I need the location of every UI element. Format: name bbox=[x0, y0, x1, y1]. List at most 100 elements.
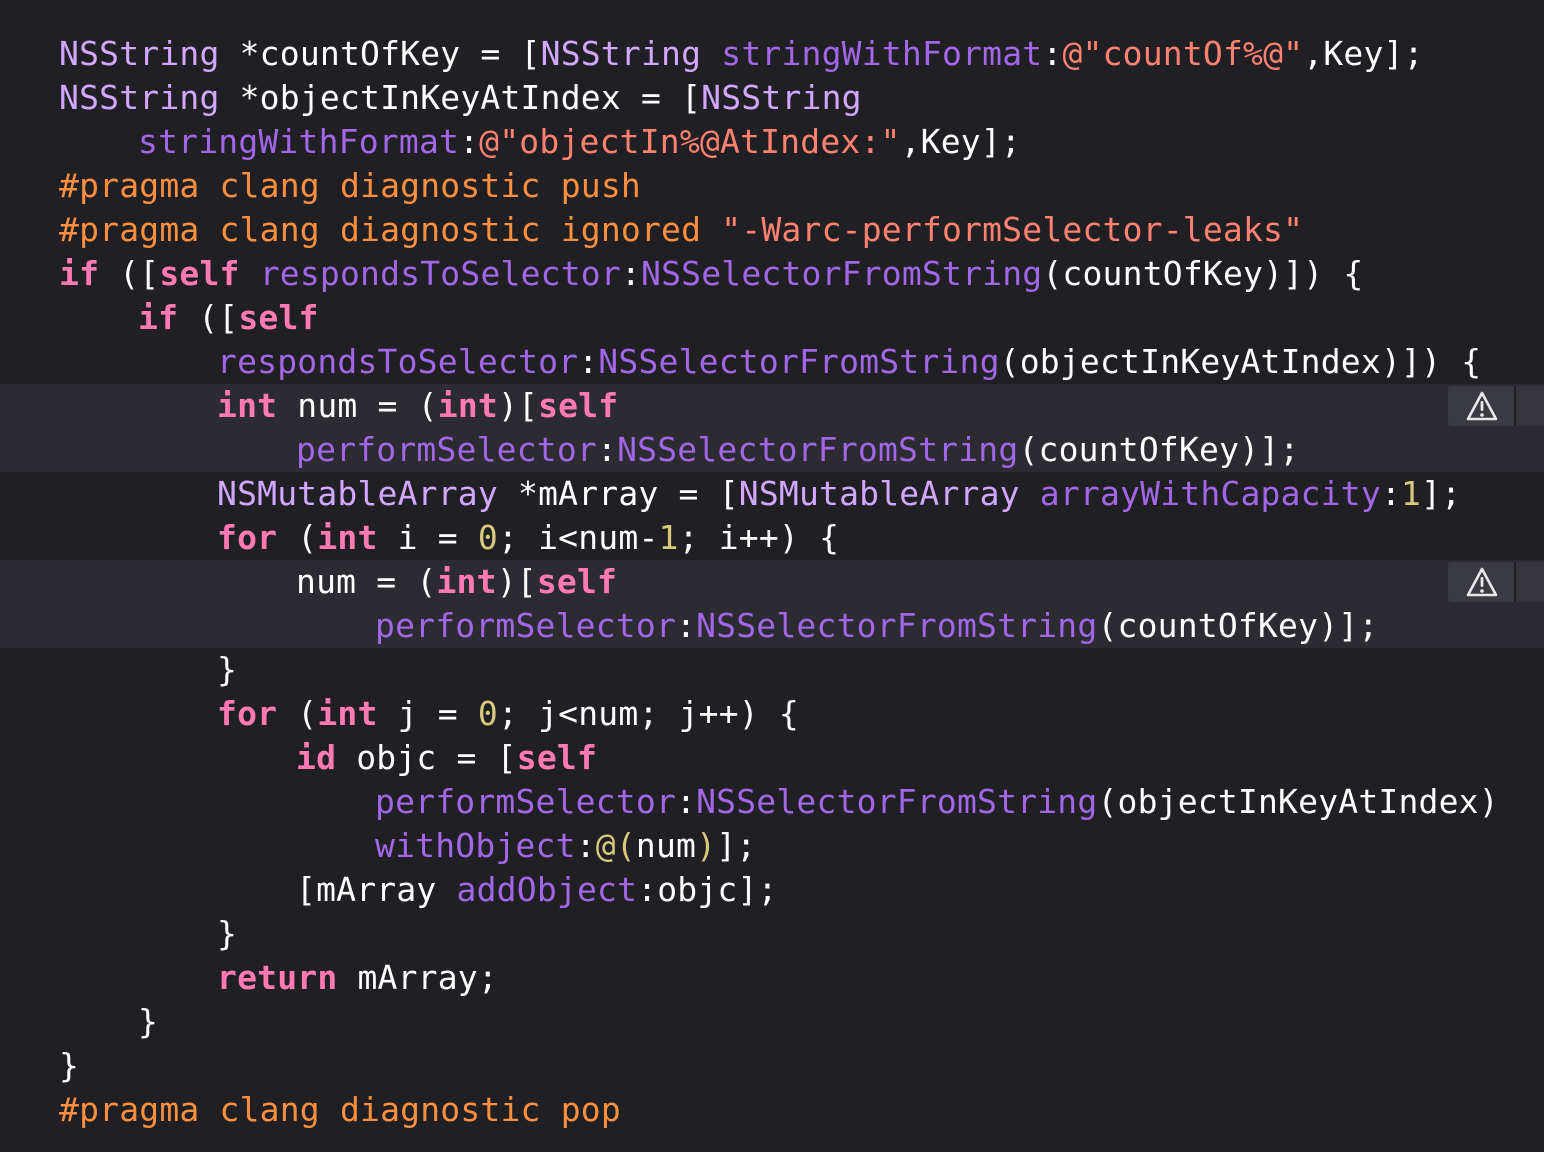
code-token-plain: } bbox=[59, 1046, 80, 1085]
code-line[interactable]: performSelector:NSSelectorFromString(obj… bbox=[375, 780, 1499, 824]
code-line[interactable]: NSString *objectInKeyAtIndex = [NSString bbox=[59, 76, 862, 120]
code-token-plain: ]; bbox=[716, 826, 757, 865]
code-token-plain: ( bbox=[277, 518, 318, 557]
warning-button[interactable] bbox=[1448, 386, 1516, 426]
warning-gutter-bar bbox=[1514, 562, 1544, 602]
code-line[interactable]: NSMutableArray *mArray = [NSMutableArray… bbox=[217, 472, 1461, 516]
code-token-method-name: respondsToSelector bbox=[259, 254, 621, 293]
code-token-keyword: for bbox=[217, 518, 278, 557]
code-token-number-literal: 1 bbox=[1401, 474, 1422, 513]
code-line[interactable]: withObject:@(num)]; bbox=[375, 824, 756, 868]
code-token-number-literal: @( bbox=[595, 826, 636, 865]
code-token-method-name: respondsToSelector bbox=[217, 342, 579, 381]
code-token-plain: num = ( bbox=[277, 386, 438, 425]
code-token-plain: } bbox=[138, 1002, 159, 1041]
code-token-keyword: id bbox=[296, 738, 337, 777]
warning-triangle-icon bbox=[1466, 567, 1498, 597]
code-token-method-name: arrayWithCapacity bbox=[1039, 474, 1381, 513]
code-token-plain: (objectInKeyAtIndex)]) { bbox=[999, 342, 1482, 381]
code-token-plain: *objectInKeyAtIndex = [ bbox=[219, 78, 702, 117]
code-token-plain: num = ( bbox=[296, 562, 437, 601]
warning-button[interactable] bbox=[1448, 562, 1516, 602]
code-line[interactable]: respondsToSelector:NSSelectorFromString(… bbox=[217, 340, 1481, 384]
code-token-method-name: stringWithFormat bbox=[138, 122, 460, 161]
code-editor[interactable]: NSString *countOfKey = [NSString stringW… bbox=[0, 0, 1544, 1152]
code-token-number-literal: 0 bbox=[477, 694, 498, 733]
code-line[interactable]: performSelector:NSSelectorFromString(cou… bbox=[296, 428, 1299, 472]
code-token-method-name: NSSelectorFromString bbox=[617, 430, 1019, 469]
warning-gutter-bar bbox=[1514, 386, 1544, 426]
code-token-keyword: int bbox=[317, 518, 378, 557]
code-token-method-name: performSelector bbox=[296, 430, 598, 469]
code-token-plain: : bbox=[676, 606, 697, 645]
code-token-method-name: withObject bbox=[375, 826, 576, 865]
code-line[interactable]: } bbox=[138, 1000, 158, 1044]
code-token-plain: i = bbox=[377, 518, 478, 557]
code-token-string-literal: "-Warc-performSelector-leaks" bbox=[721, 210, 1304, 249]
code-token-method-name: performSelector bbox=[375, 606, 677, 645]
code-token-plain: : bbox=[578, 342, 599, 381]
code-line[interactable]: [mArray addObject:objc]; bbox=[296, 868, 778, 912]
code-token-class-name: NSString bbox=[540, 34, 702, 73]
code-token-plain: :objc]; bbox=[637, 870, 778, 909]
code-token-keyword: if bbox=[138, 298, 179, 337]
code-token-plain: : bbox=[1042, 34, 1063, 73]
code-token-plain: : bbox=[620, 254, 641, 293]
code-token-keyword: int bbox=[436, 562, 497, 601]
code-token-plain: (objectInKeyAtIndex) bbox=[1097, 782, 1499, 821]
code-line[interactable]: for (int i = 0; i<num-1; i++) { bbox=[217, 516, 839, 560]
code-line[interactable]: num = (int)[self bbox=[296, 560, 617, 604]
code-line[interactable]: for (int j = 0; j<num; j++) { bbox=[217, 692, 799, 736]
code-token-method-name: NSSelectorFromString bbox=[696, 606, 1098, 645]
code-token-plain: ; i<num- bbox=[497, 518, 659, 557]
code-line[interactable]: } bbox=[217, 912, 237, 956]
code-token-plain: objc = [ bbox=[336, 738, 517, 777]
code-token-plain: : bbox=[459, 122, 480, 161]
code-line[interactable]: id objc = [self bbox=[296, 736, 597, 780]
code-token-preprocessor-directive: #pragma clang diagnostic ignored bbox=[59, 210, 722, 249]
code-line[interactable]: int num = (int)[self bbox=[217, 384, 618, 428]
code-line[interactable]: #pragma clang diagnostic pop bbox=[59, 1088, 621, 1132]
code-token-keyword: self bbox=[538, 386, 619, 425]
code-line[interactable]: #pragma clang diagnostic ignored "-Warc-… bbox=[59, 208, 1303, 252]
code-token-keyword: self bbox=[159, 254, 240, 293]
code-token-plain: : bbox=[575, 826, 596, 865]
code-token-preprocessor-directive: #pragma clang diagnostic pop bbox=[59, 1090, 621, 1129]
code-token-plain: : bbox=[676, 782, 697, 821]
code-token-keyword: int bbox=[317, 694, 378, 733]
code-token-plain: ]; bbox=[1421, 474, 1462, 513]
code-token-class-name: NSMutableArray bbox=[738, 474, 1020, 513]
code-line[interactable]: performSelector:NSSelectorFromString(cou… bbox=[375, 604, 1378, 648]
code-token-plain: ; i++) { bbox=[678, 518, 840, 557]
code-token-plain: *countOfKey = [ bbox=[219, 34, 541, 73]
code-token-class-name: NSString bbox=[59, 34, 220, 73]
code-line[interactable]: if ([self bbox=[138, 296, 319, 340]
code-token-string-literal: @"objectIn%@AtIndex:" bbox=[479, 122, 901, 161]
code-token-keyword: self bbox=[516, 738, 598, 777]
code-token-preprocessor-directive: #pragma clang diagnostic push bbox=[59, 166, 641, 205]
code-token-class-name: NSMutableArray bbox=[217, 474, 498, 513]
code-token-plain: )[ bbox=[496, 562, 537, 601]
code-token-plain: } bbox=[217, 914, 238, 953]
code-line[interactable]: NSString *countOfKey = [NSString stringW… bbox=[59, 32, 1424, 76]
code-token-plain: j = bbox=[377, 694, 478, 733]
code-token-plain: } bbox=[217, 650, 238, 689]
code-token-method-name: addObject bbox=[456, 870, 638, 909]
code-token-plain: *mArray = [ bbox=[497, 474, 739, 513]
code-line[interactable]: } bbox=[59, 1044, 79, 1088]
code-token-plain: num bbox=[635, 826, 697, 865]
code-token-method-name: performSelector bbox=[375, 782, 677, 821]
code-line[interactable]: #pragma clang diagnostic push bbox=[59, 164, 641, 208]
code-token-plain: ([ bbox=[178, 298, 239, 337]
code-token-plain: (countOfKey)]) { bbox=[1042, 254, 1364, 293]
code-token-method-name: stringWithFormat bbox=[721, 34, 1043, 73]
code-line[interactable]: stringWithFormat:@"objectIn%@AtIndex:",K… bbox=[138, 120, 1021, 164]
code-token-keyword: self bbox=[238, 298, 319, 337]
code-line[interactable]: } bbox=[217, 648, 237, 692]
code-line[interactable]: return mArray; bbox=[217, 956, 498, 1000]
code-line[interactable]: if ([self respondsToSelector:NSSelectorF… bbox=[59, 252, 1363, 296]
code-token-method-name: NSSelectorFromString bbox=[696, 782, 1098, 821]
